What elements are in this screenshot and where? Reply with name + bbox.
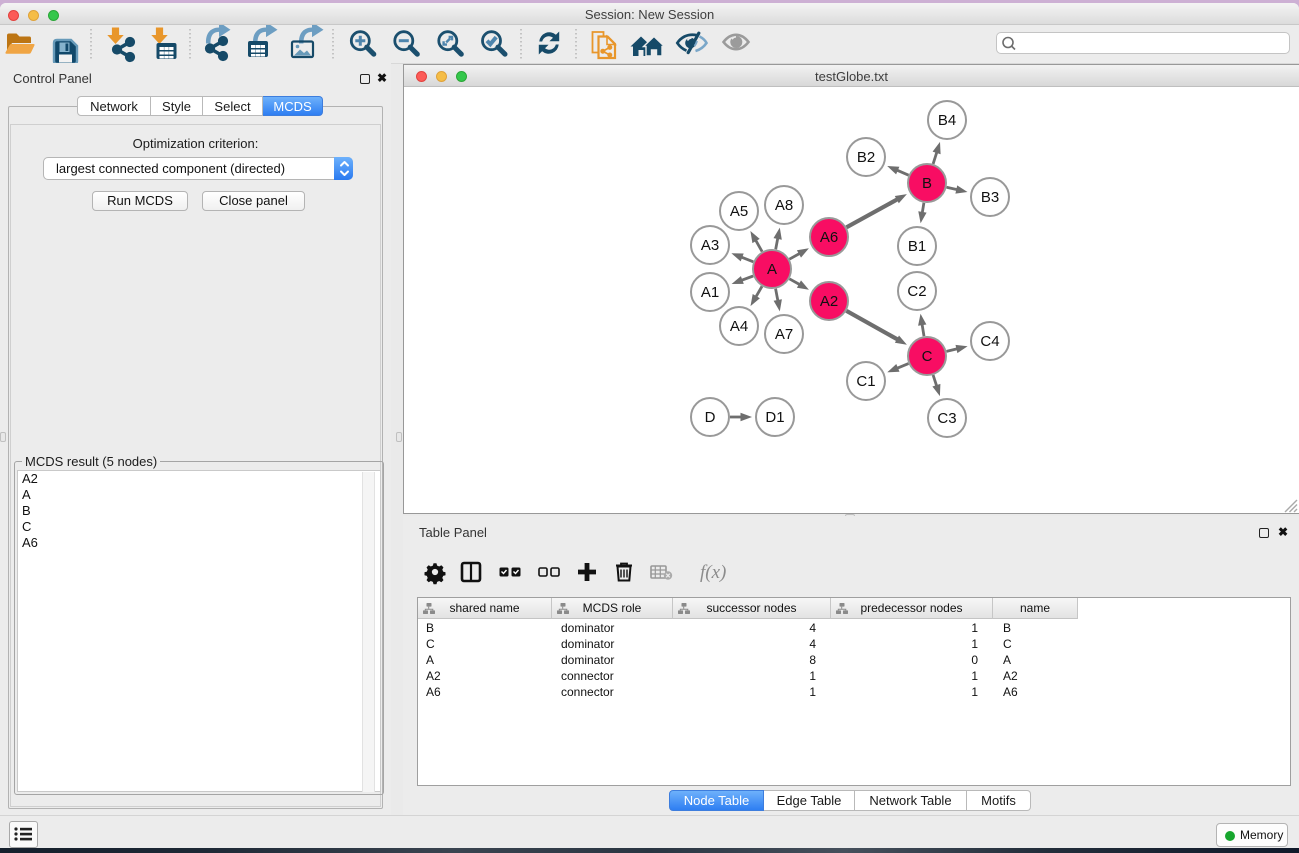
svg-text:D1: D1 [765,409,784,426]
svg-text:A: A [767,261,777,278]
svg-text:A6: A6 [820,229,838,246]
svg-text:A2: A2 [820,293,838,310]
svg-text:C1: C1 [856,373,875,390]
svg-text:B1: B1 [908,238,926,255]
svg-text:C2: C2 [907,283,926,300]
svg-text:A3: A3 [701,237,719,254]
svg-text:f(x): f(x) [700,562,726,583]
svg-text:B: B [922,175,932,192]
svg-text:D: D [705,409,716,426]
svg-text:A8: A8 [775,197,793,214]
svg-text:B2: B2 [857,149,875,166]
svg-text:B3: B3 [981,189,999,206]
svg-text:B4: B4 [938,112,956,129]
svg-text:C4: C4 [980,333,999,350]
svg-text:A5: A5 [730,203,748,220]
svg-text:A1: A1 [701,284,719,301]
svg-text:A7: A7 [775,326,793,343]
svg-text:C3: C3 [937,410,956,427]
svg-text:C: C [922,348,933,365]
svg-text:A4: A4 [730,318,748,335]
